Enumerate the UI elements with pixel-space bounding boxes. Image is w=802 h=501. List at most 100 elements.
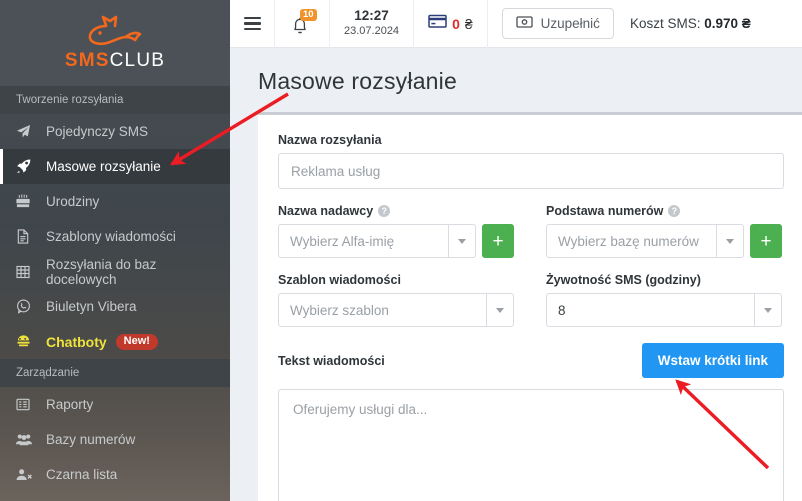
clock-display: 12:27 23.07.2024 bbox=[330, 0, 415, 48]
number-base-dropdown-toggle[interactable] bbox=[717, 224, 744, 258]
sidebar-item-label: Raporty bbox=[46, 397, 94, 412]
lifetime-select-group: 8 bbox=[546, 293, 782, 327]
sender-and-base-row: Nazwa nadawcy ? Wybierz Alfa-imię + Pods… bbox=[278, 204, 784, 258]
lifetime-label: Żywotność SMS (godziny) bbox=[546, 273, 701, 287]
brand-name-sms: SMS bbox=[64, 49, 110, 71]
bulk-campaign-form: Nazwa rozsyłania Reklama usług Nazwa nad… bbox=[258, 112, 802, 501]
hamburger-menu-button[interactable] bbox=[230, 0, 275, 48]
brand-logo[interactable]: SMSCLUB bbox=[0, 0, 230, 86]
sender-name-dropdown-toggle[interactable] bbox=[449, 224, 476, 258]
sidebar-section-tworzenie: Tworzenie rozsyłania bbox=[0, 86, 230, 114]
sidebar-item-szablony-wiadomosci[interactable]: Szablony wiadomości bbox=[0, 219, 230, 254]
message-text-input[interactable]: Oferujemy usługi dla... bbox=[278, 389, 784, 501]
balance-display[interactable]: 0 ₴ bbox=[414, 0, 488, 48]
add-sender-name-button[interactable]: + bbox=[482, 224, 514, 258]
sidebar-item-bazy-numerow[interactable]: Bazy numerów bbox=[0, 422, 230, 457]
sidebar-item-czarna-lista[interactable]: Czarna lista bbox=[0, 457, 230, 492]
template-and-lifetime-row: Szablon wiadomości Wybierz szablon Żywot… bbox=[278, 273, 784, 327]
topup-label: Uzupełnić bbox=[540, 16, 600, 31]
notifications-button[interactable]: 10 bbox=[275, 0, 330, 48]
sidebar: SMSCLUB Tworzenie rozsyłania Pojedynczy … bbox=[0, 0, 230, 501]
message-text-header: Tekst wiadomości Wstaw krótki link bbox=[278, 343, 784, 378]
template-group: Szablon wiadomości Wybierz szablon bbox=[278, 273, 514, 327]
balance-amount: 0 bbox=[452, 15, 460, 32]
number-base-select-group: Wybierz bazę numerów + bbox=[546, 224, 782, 258]
number-base-group: Podstawa numerów ? Wybierz bazę numerów … bbox=[546, 204, 782, 258]
sidebar-item-rozsylania-do-baz[interactable]: Rozsyłania do baz docelowych bbox=[0, 254, 230, 289]
sidebar-item-masowe-rozsylanie[interactable]: Masowe rozsyłanie bbox=[0, 149, 230, 184]
campaign-name-label: Nazwa rozsyłania bbox=[278, 133, 382, 147]
current-time: 12:27 bbox=[354, 8, 389, 24]
number-base-label: Podstawa numerów ? bbox=[546, 204, 782, 218]
insert-short-link-button[interactable]: Wstaw krótki link bbox=[641, 343, 784, 378]
help-icon[interactable]: ? bbox=[668, 205, 681, 217]
sidebar-item-label: Urodziny bbox=[46, 194, 100, 209]
cake-icon bbox=[16, 194, 38, 210]
lifetime-dropdown-toggle[interactable] bbox=[755, 293, 782, 327]
viber-icon bbox=[16, 299, 38, 315]
main-panel: Masowe rozsyłanie Nazwa rozsyłania Rekla… bbox=[230, 48, 802, 501]
sidebar-item-biuletyn-vibera[interactable]: Biuletyn Vibera bbox=[0, 289, 230, 324]
app-root: SMSCLUB Tworzenie rozsyłania Pojedynczy … bbox=[0, 0, 802, 501]
sidebar-item-label: Czarna lista bbox=[46, 467, 118, 482]
number-base-label-text: Podstawa numerów bbox=[546, 204, 664, 218]
banknote-icon bbox=[516, 16, 533, 31]
chevron-down-icon bbox=[458, 238, 466, 244]
document-icon bbox=[16, 229, 38, 245]
balance-currency: ₴ bbox=[464, 15, 473, 32]
user-block-icon bbox=[16, 467, 38, 483]
bell-icon: 10 bbox=[289, 8, 317, 37]
sidebar-item-raporty[interactable]: Raporty bbox=[0, 387, 230, 422]
template-label: Szablon wiadomości bbox=[278, 273, 401, 287]
users-icon bbox=[16, 432, 38, 448]
lifetime-group: Żywotność SMS (godziny) 8 bbox=[546, 273, 782, 327]
paper-plane-icon bbox=[16, 124, 38, 140]
sms-cost-value: 0.970 ₴ bbox=[704, 16, 751, 31]
sidebar-item-label: Biuletyn Vibera bbox=[46, 299, 137, 314]
brand-name: SMSCLUB bbox=[65, 50, 165, 72]
content-area: 10 12:27 23.07.2024 0 ₴ Uzupełnić Koszt … bbox=[230, 0, 802, 501]
rocket-icon bbox=[16, 159, 38, 175]
hamburger-icon bbox=[243, 16, 261, 31]
chevron-down-icon bbox=[764, 307, 772, 313]
template-dropdown-toggle[interactable] bbox=[487, 293, 514, 327]
sms-cost: Koszt SMS: 0.970 ₴ bbox=[630, 16, 751, 31]
sidebar-item-label: Szablony wiadomości bbox=[46, 229, 176, 244]
sender-name-label: Nazwa nadawcy ? bbox=[278, 204, 514, 218]
sender-name-select[interactable]: Wybierz Alfa-imię bbox=[278, 224, 449, 258]
new-badge: New! bbox=[115, 333, 158, 350]
sidebar-item-urodziny[interactable]: Urodziny bbox=[0, 184, 230, 219]
chevron-down-icon bbox=[496, 307, 504, 313]
lifetime-select[interactable]: 8 bbox=[546, 293, 755, 327]
credit-card-icon bbox=[428, 14, 447, 33]
report-icon bbox=[16, 397, 38, 413]
sms-cost-prefix: Koszt SMS: bbox=[629, 16, 705, 31]
sidebar-item-label: Masowe rozsyłanie bbox=[46, 159, 161, 174]
add-number-base-button[interactable]: + bbox=[750, 224, 782, 258]
chevron-down-icon bbox=[726, 238, 734, 244]
sidebar-item-label: Chatboty bbox=[46, 333, 107, 350]
robot-icon bbox=[16, 334, 38, 350]
template-select-group: Wybierz szablon bbox=[278, 293, 514, 327]
message-text-label: Tekst wiadomości bbox=[278, 353, 385, 368]
sender-name-group: Nazwa nadawcy ? Wybierz Alfa-imię + bbox=[278, 204, 514, 258]
notification-count-badge: 10 bbox=[300, 8, 317, 21]
current-date: 23.07.2024 bbox=[344, 25, 400, 38]
fox-logo-icon bbox=[88, 15, 142, 45]
sidebar-item-label: Pojedynczy SMS bbox=[46, 124, 149, 139]
template-select[interactable]: Wybierz szablon bbox=[278, 293, 487, 327]
topup-button[interactable]: Uzupełnić bbox=[501, 8, 614, 39]
sidebar-item-label: Rozsyłania do baz docelowych bbox=[46, 256, 157, 287]
number-base-select[interactable]: Wybierz bazę numerów bbox=[546, 224, 717, 258]
sender-name-select-group: Wybierz Alfa-imię + bbox=[278, 224, 514, 258]
top-bar: 10 12:27 23.07.2024 0 ₴ Uzupełnić Koszt … bbox=[230, 0, 802, 48]
sidebar-item-label: Bazy numerów bbox=[46, 432, 136, 447]
sidebar-item-pojedynczy-sms[interactable]: Pojedynczy SMS bbox=[0, 114, 230, 149]
page-title: Masowe rozsyłanie bbox=[258, 68, 457, 94]
sender-name-label-text: Nazwa nadawcy bbox=[278, 204, 374, 218]
topup-cell: Uzupełnić Koszt SMS: 0.970 ₴ bbox=[488, 0, 765, 48]
table-icon bbox=[16, 264, 38, 280]
campaign-name-input[interactable]: Reklama usług bbox=[278, 153, 784, 189]
sidebar-item-chatboty[interactable]: Chatboty New! bbox=[0, 324, 230, 359]
help-icon[interactable]: ? bbox=[378, 205, 391, 217]
